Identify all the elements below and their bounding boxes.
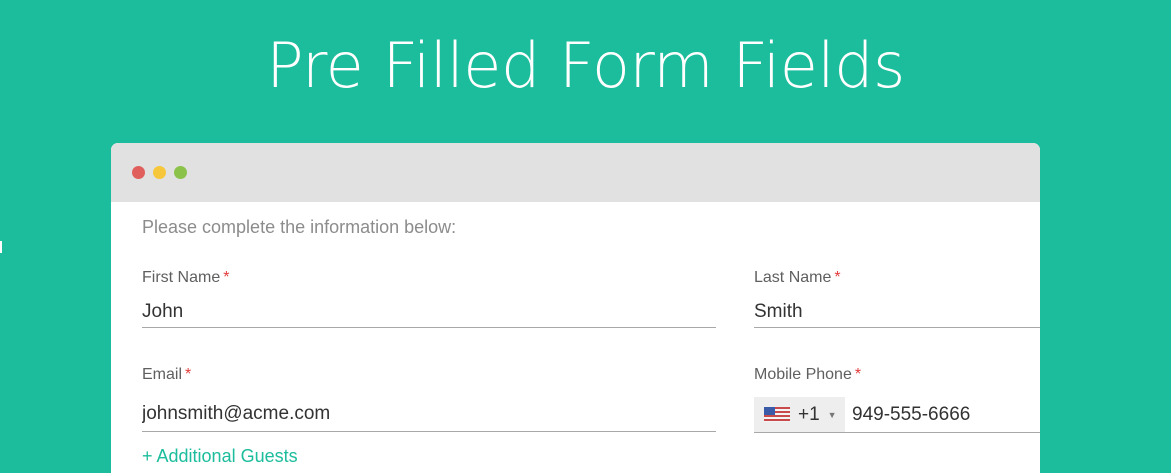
last-name-label: Last Name * (754, 269, 1040, 289)
country-code-selector[interactable]: +1 ▼ (754, 397, 845, 432)
last-name-field: Last Name * (754, 269, 1040, 328)
required-marker: * (834, 269, 841, 286)
minimize-window-dot-icon[interactable] (153, 166, 166, 179)
email-label: Email * (142, 366, 716, 386)
maximize-window-dot-icon[interactable] (174, 166, 187, 179)
phone-input-row: +1 ▼ (754, 397, 1040, 433)
first-name-label-text: First Name (142, 269, 221, 286)
mobile-phone-field: Mobile Phone * +1 ▼ (754, 366, 1040, 433)
email-input[interactable] (142, 397, 716, 432)
page-headline: Pre Filled Form Fields (266, 29, 905, 102)
last-name-input[interactable] (754, 297, 1040, 328)
email-field: Email * (142, 366, 716, 432)
first-name-field: First Name * (142, 269, 716, 328)
first-name-input[interactable] (142, 297, 716, 328)
close-window-dot-icon[interactable] (132, 166, 145, 179)
form-intro-text: Please complete the information below: (142, 217, 457, 237)
required-marker: * (854, 366, 862, 383)
required-marker: * (223, 269, 230, 286)
caret-down-icon: ▼ (827, 409, 837, 420)
window-titlebar (111, 143, 1040, 202)
first-name-label: First Name * (142, 269, 716, 289)
additional-guests-link[interactable]: + Additional Guests (142, 446, 298, 467)
dial-code: +1 (798, 403, 820, 425)
us-flag-icon (764, 407, 790, 422)
mobile-phone-label: Mobile Phone * (754, 366, 1040, 386)
email-label-text: Email (142, 366, 183, 383)
edge-marker (0, 241, 2, 253)
mobile-phone-label-text: Mobile Phone (754, 366, 852, 383)
required-marker: * (185, 366, 192, 383)
mobile-phone-input[interactable] (845, 397, 1040, 432)
browser-window: Please complete the information below: F… (111, 143, 1040, 473)
last-name-label-text: Last Name (754, 269, 832, 286)
